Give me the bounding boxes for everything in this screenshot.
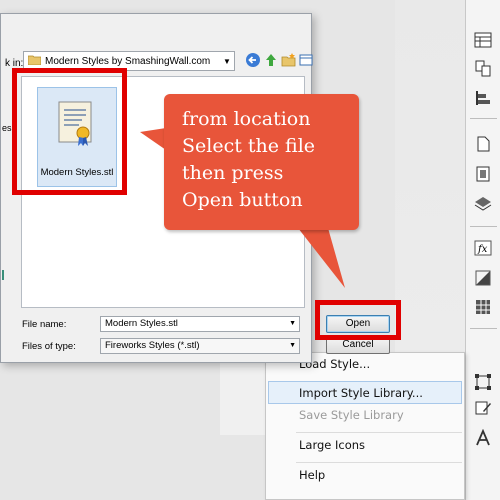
files-of-type-label: Files of type:: [22, 341, 76, 352]
new-folder-icon[interactable]: [281, 52, 299, 70]
chevron-down-icon[interactable]: ▼: [289, 339, 296, 353]
text-tool-icon[interactable]: [473, 428, 493, 448]
up-folder-icon[interactable]: [263, 52, 281, 70]
places-bar-label: es: [2, 123, 12, 133]
open-button-highlight-box: [315, 300, 401, 340]
transform-icon[interactable]: [473, 372, 493, 392]
fx-icon[interactable]: fx: [473, 238, 493, 258]
callout-line: Select the file: [182, 135, 316, 157]
file-name-input[interactable]: Modern Styles.stl ▼: [100, 316, 300, 332]
file-name-field-label: File name:: [22, 319, 67, 330]
callout-line: from location: [182, 108, 311, 130]
film-strip-icon[interactable]: [473, 164, 493, 184]
menu-item-save-style-library: Save Style Library: [299, 408, 404, 422]
menu-item-help[interactable]: Help: [266, 464, 464, 487]
gradient-icon[interactable]: [473, 268, 493, 288]
chevron-down-icon[interactable]: ▼: [220, 57, 234, 66]
chevron-down-icon[interactable]: ▼: [289, 317, 296, 331]
menu-item-large-icons[interactable]: Large Icons: [266, 434, 464, 457]
menu-item-import-style-library[interactable]: Import Style Library...: [268, 381, 462, 404]
back-icon[interactable]: [245, 52, 263, 70]
folder-icon: [27, 54, 42, 68]
look-in-path: Modern Styles by SmashingWall.com: [45, 55, 211, 67]
files-of-type-value: Fireworks Styles (*.stl): [105, 340, 200, 351]
places-bar-marker: [2, 270, 4, 280]
callout-line: Open button: [182, 189, 303, 211]
panel-grid-icon[interactable]: [473, 30, 493, 50]
files-of-type-select[interactable]: Fireworks Styles (*.stl) ▼: [100, 338, 300, 354]
right-toolbar: fx: [465, 0, 500, 500]
callout-text: from location Select the file then press…: [182, 106, 357, 214]
instruction-callout: from location Select the file then press…: [164, 94, 359, 230]
align-icon[interactable]: [473, 88, 493, 108]
swatches-icon[interactable]: [473, 297, 493, 317]
callout-line: then press: [182, 162, 284, 184]
svg-text:fx: fx: [477, 244, 488, 255]
view-menu-icon[interactable]: [299, 52, 317, 70]
document-icon[interactable]: [473, 134, 493, 154]
layers-icon[interactable]: [473, 194, 493, 214]
file-name-input-value: Modern Styles.stl: [105, 318, 178, 329]
file-highlight-box: [12, 68, 127, 195]
pencil-edit-icon[interactable]: [473, 398, 493, 418]
styles-context-menu: Load Style... Import Style Library... Sa…: [265, 352, 465, 500]
pages-icon[interactable]: [473, 58, 493, 78]
